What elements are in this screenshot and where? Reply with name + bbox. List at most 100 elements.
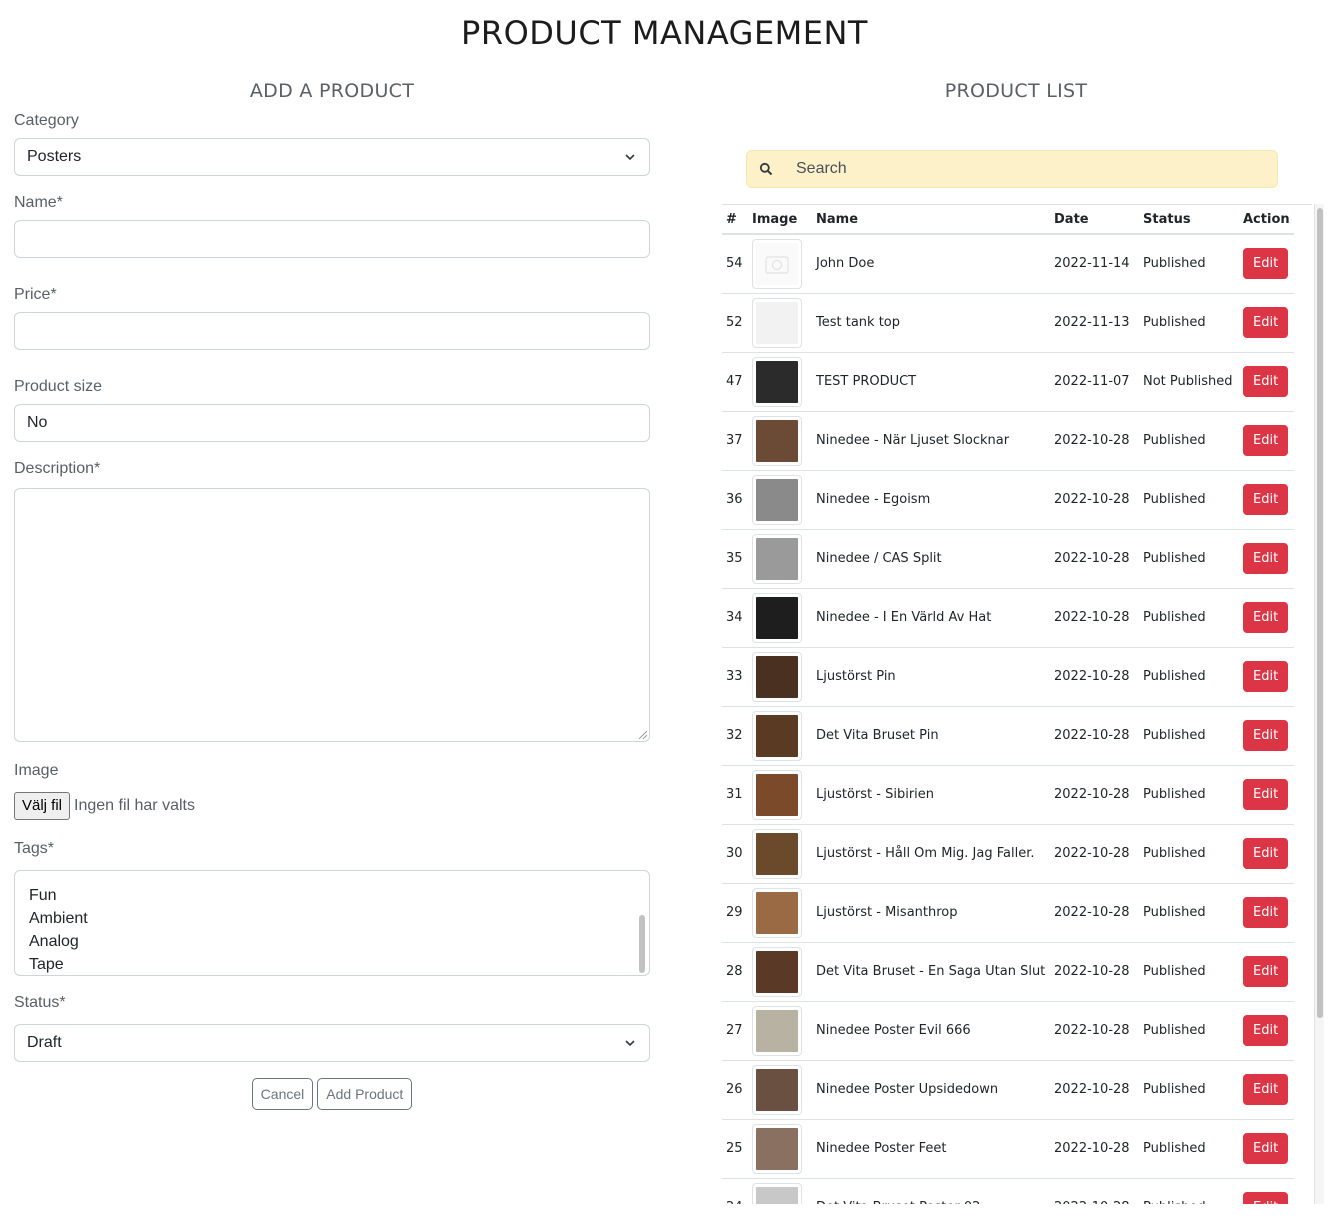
tags-multiselect[interactable]: Fun Ambient Analog Tape <box>14 870 650 976</box>
table-row: 32 Det Vita Bruset Pin 2022-10-28 Published… <box>722 706 1294 766</box>
add-product-heading: ADD A PRODUCT <box>249 80 415 102</box>
table-row: 54 John Doe 2022-11-14 Published Edit <box>722 234 1294 294</box>
tag-option-ambient[interactable]: Ambient <box>29 907 88 930</box>
cancel-button[interactable]: Cancel <box>251 1078 314 1110</box>
price-input[interactable] <box>14 312 650 350</box>
description-textarea[interactable] <box>14 488 650 742</box>
tags-scrollbar[interactable] <box>639 915 645 973</box>
product-thumbnail <box>752 887 802 938</box>
table-row: 30 Ljustörst - Håll Om Mig. Jag Faller. 20… <box>722 824 1294 884</box>
product-list-heading: PRODUCT LIST <box>944 80 1088 102</box>
tag-option-fun[interactable]: Fun <box>29 884 88 907</box>
edit-button[interactable]: Edit <box>1243 602 1289 633</box>
row-status: Published <box>1139 1001 1239 1061</box>
row-date: 2022-10-28 <box>1050 411 1139 471</box>
name-input[interactable] <box>14 220 650 258</box>
row-image-cell <box>748 588 812 648</box>
header-action: Action <box>1239 205 1294 235</box>
row-action-cell: Edit <box>1239 470 1294 530</box>
row-status: Published <box>1139 883 1239 943</box>
table-row: 52 Test tank top 2022-11-13 Published Edit <box>722 293 1294 353</box>
search-input[interactable] <box>796 151 1266 187</box>
page-title: PRODUCT MANAGEMENT <box>461 14 868 52</box>
product-thumbnail-image <box>756 1186 798 1204</box>
product-thumbnail-image <box>756 1009 798 1052</box>
row-status: Published <box>1139 1119 1239 1179</box>
row-date: 2022-10-28 <box>1050 588 1139 648</box>
status-select[interactable]: Draft <box>14 1024 650 1062</box>
table-row: 37 Ninedee - När Ljuset Slocknar 2022-10-2… <box>722 411 1294 471</box>
row-date: 2022-10-28 <box>1050 1060 1139 1120</box>
edit-button[interactable]: Edit <box>1243 1133 1289 1164</box>
edit-button[interactable]: Edit <box>1243 1015 1289 1046</box>
product-thumbnail <box>752 533 802 584</box>
row-date: 2022-10-28 <box>1050 1119 1139 1179</box>
row-status: Published <box>1139 588 1239 648</box>
tag-option-analog[interactable]: Analog <box>29 930 88 953</box>
choose-file-button[interactable]: Välj fil <box>14 792 71 820</box>
row-image-cell <box>748 352 812 412</box>
edit-button[interactable]: Edit <box>1243 720 1289 751</box>
row-image-cell <box>748 942 812 1002</box>
edit-button[interactable]: Edit <box>1243 1192 1289 1204</box>
row-date: 2022-10-28 <box>1050 470 1139 530</box>
header-status: Status <box>1139 205 1239 235</box>
table-row: 31 Ljustörst - Sibirien 2022-10-28 Publishe… <box>722 765 1294 825</box>
product-thumbnail <box>752 828 802 879</box>
header-date: Date <box>1050 205 1139 235</box>
row-status: Published <box>1139 824 1239 884</box>
row-status: Published <box>1139 1178 1239 1204</box>
product-thumbnail-image <box>756 655 798 698</box>
resize-grip-icon[interactable] <box>639 731 647 739</box>
row-image-cell <box>748 1001 812 1061</box>
tag-option[interactable] <box>29 871 88 884</box>
row-status: Published <box>1139 1060 1239 1120</box>
edit-button[interactable]: Edit <box>1243 838 1289 869</box>
product-thumbnail <box>752 651 802 702</box>
table-row: 26 Ninedee Poster Upsidedown 2022-10-28 Pub… <box>722 1060 1294 1120</box>
row-action-cell: Edit <box>1239 411 1294 471</box>
product-thumbnail-image <box>756 360 798 403</box>
row-action-cell: Edit <box>1239 1119 1294 1179</box>
edit-button[interactable]: Edit <box>1243 661 1289 692</box>
row-id: 32 <box>722 706 748 766</box>
table-scrollbar-thumb[interactable] <box>1317 208 1323 1018</box>
table-scrollbar[interactable] <box>1314 204 1324 1204</box>
row-date: 2022-10-28 <box>1050 1001 1139 1061</box>
edit-button[interactable]: Edit <box>1243 425 1289 456</box>
row-image-cell <box>748 1178 812 1204</box>
row-action-cell: Edit <box>1239 942 1294 1002</box>
row-action-cell: Edit <box>1239 529 1294 589</box>
table-row: 34 Ninedee - I En Värld Av Hat 2022-10-28 P… <box>722 588 1294 648</box>
table-row: 27 Ninedee Poster Evil 666 2022-10-28 Publi… <box>722 1001 1294 1061</box>
table-row: 25 Ninedee Poster Feet 2022-10-28 Published… <box>722 1119 1294 1179</box>
edit-button[interactable]: Edit <box>1243 307 1289 338</box>
row-image-cell <box>748 234 812 294</box>
row-name: Ljustörst - Håll Om Mig. Jag Faller. <box>812 824 1050 884</box>
row-image-cell <box>748 765 812 825</box>
edit-button[interactable]: Edit <box>1243 248 1289 280</box>
row-name: Test tank top <box>812 293 1050 353</box>
row-name: Det Vita Bruset Poster 02 <box>812 1178 1050 1204</box>
tag-option-tape[interactable]: Tape <box>29 953 88 975</box>
edit-button[interactable]: Edit <box>1243 897 1289 928</box>
row-date: 2022-10-28 <box>1050 529 1139 589</box>
category-select[interactable]: Posters <box>14 138 650 176</box>
edit-button[interactable]: Edit <box>1243 543 1289 574</box>
edit-button[interactable]: Edit <box>1243 484 1289 515</box>
product-thumbnail-image <box>756 714 798 757</box>
add-product-button[interactable]: Add Product <box>317 1078 413 1110</box>
edit-button[interactable]: Edit <box>1243 366 1289 397</box>
row-image-cell <box>748 411 812 471</box>
product-thumbnail <box>752 1005 802 1056</box>
edit-button[interactable]: Edit <box>1243 1074 1289 1105</box>
row-image-cell <box>748 470 812 530</box>
product-size-input[interactable] <box>14 404 650 442</box>
product-thumbnail-image <box>756 301 798 344</box>
row-status: Published <box>1139 706 1239 766</box>
edit-button[interactable]: Edit <box>1243 779 1289 810</box>
product-table-container: # Image Name Date Status Action 54 John D… <box>722 204 1312 1204</box>
table-row: 28 Det Vita Bruset - En Saga Utan Slut 202… <box>722 942 1294 1002</box>
edit-button[interactable]: Edit <box>1243 956 1289 987</box>
row-action-cell: Edit <box>1239 1001 1294 1061</box>
